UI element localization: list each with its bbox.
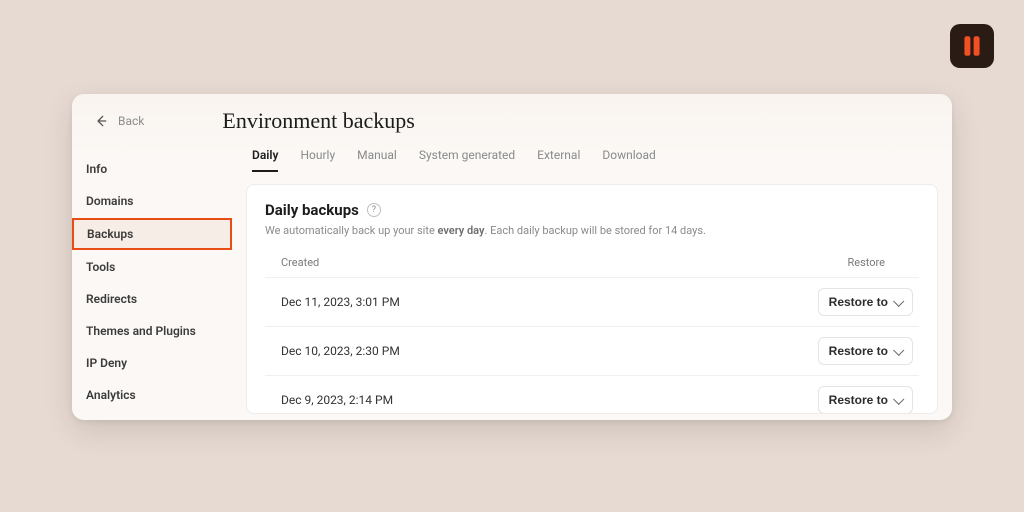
sidebar-item-analytics[interactable]: Analytics <box>72 380 232 410</box>
sidebar-item-cdn[interactable]: CDN <box>72 412 232 420</box>
tab-manual[interactable]: Manual <box>357 148 397 172</box>
brand-logo <box>950 24 994 68</box>
restore-to-button[interactable]: Restore to <box>818 337 913 365</box>
table-header: Created Restore <box>265 240 919 277</box>
row-created: Dec 11, 2023, 3:01 PM <box>281 295 400 309</box>
back-label[interactable]: Back <box>118 114 144 128</box>
tabs: Daily Hourly Manual System generated Externa… <box>232 138 952 172</box>
topbar: Back Environment backups <box>72 94 952 134</box>
card-description: We automatically back up your site every… <box>265 223 919 240</box>
sidebar-item-ip-deny[interactable]: IP Deny <box>72 348 232 378</box>
help-icon[interactable]: ? <box>367 203 381 217</box>
tab-download[interactable]: Download <box>602 148 655 172</box>
tab-daily[interactable]: Daily <box>252 148 278 172</box>
restore-to-button[interactable]: Restore to <box>818 288 913 316</box>
sidebar-item-themes-and-plugins[interactable]: Themes and Plugins <box>72 316 232 346</box>
main-panel: Back Environment backups InfoDomainsBack… <box>72 94 952 420</box>
table-row: Dec 10, 2023, 2:30 PM Restore to <box>265 326 919 375</box>
chevron-down-icon <box>893 295 904 306</box>
sidebar-item-domains[interactable]: Domains <box>72 186 232 216</box>
col-restore: Restore <box>847 256 913 269</box>
sidebar-item-redirects[interactable]: Redirects <box>72 284 232 314</box>
content-area: Daily Hourly Manual System generated Externa… <box>232 134 952 420</box>
table-row: Dec 11, 2023, 3:01 PM Restore to <box>265 277 919 326</box>
sidebar-item-tools[interactable]: Tools <box>72 252 232 282</box>
chevron-down-icon <box>893 393 904 404</box>
card-title: Daily backups <box>265 201 359 219</box>
backups-card: Daily backups ? We automatically back up… <box>246 184 938 414</box>
sidebar-item-backups[interactable]: Backups <box>72 218 232 250</box>
row-created: Dec 9, 2023, 2:14 PM <box>281 393 393 407</box>
tab-external[interactable]: External <box>537 148 580 172</box>
brand-logo-icon <box>959 33 985 59</box>
back-arrow-icon[interactable] <box>94 114 108 128</box>
sidebar-item-info[interactable]: Info <box>72 154 232 184</box>
tab-system-generated[interactable]: System generated <box>419 148 515 172</box>
table-row: Dec 9, 2023, 2:14 PM Restore to <box>265 375 919 415</box>
row-created: Dec 10, 2023, 2:30 PM <box>281 344 400 358</box>
tab-hourly[interactable]: Hourly <box>300 148 335 172</box>
restore-to-button[interactable]: Restore to <box>818 386 913 414</box>
chevron-down-icon <box>893 344 904 355</box>
sidebar: InfoDomainsBackupsToolsRedirectsThemes a… <box>72 134 232 420</box>
page-title: Environment backups <box>222 108 414 134</box>
col-created: Created <box>281 256 319 269</box>
